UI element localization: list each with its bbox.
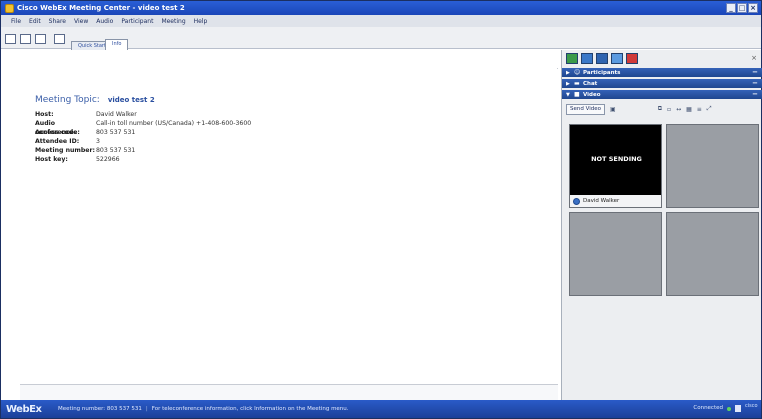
menu-meeting[interactable]: Meeting <box>161 18 185 25</box>
layout-icon[interactable]: ⧉ <box>658 105 662 113</box>
participants-panel-icon[interactable] <box>566 53 578 64</box>
tab-info[interactable]: Info <box>105 39 129 50</box>
info-row-audio-conference: Audio conference: Call-in toll number (U… <box>35 119 252 136</box>
participant-name: David Walker <box>583 198 620 204</box>
minimize-panel-icon[interactable]: − <box>752 68 758 77</box>
connection-indicator-icon <box>727 407 731 411</box>
status-separator: | <box>145 406 148 412</box>
panel-header-participants[interactable]: ▶ ☺ Participants − <box>562 68 762 77</box>
small-view-icon[interactable]: ▫ <box>667 106 671 113</box>
connection-status: Connected <box>693 405 723 411</box>
video-tile[interactable] <box>666 124 759 208</box>
close-panels-icon[interactable]: × <box>750 54 758 62</box>
status-meeting-number: Meeting number: 803 537 531 <box>58 406 142 412</box>
panels-sidebar: × ▶ ☺ Participants − ▶ ▬ Chat − ▼ ■ Vide… <box>561 50 762 400</box>
info-label: Access code: <box>35 129 80 136</box>
not-sending-label: NOT SENDING <box>591 155 642 163</box>
new-document-icon[interactable] <box>5 34 16 44</box>
video-options-icon[interactable]: ▣ <box>610 106 616 113</box>
resize-icon[interactable]: ↔ <box>676 106 681 113</box>
info-value: Call-in toll number (US/Canada) +1-408-6… <box>96 120 252 127</box>
window-title: Cisco WebEx Meeting Center - video test … <box>17 4 185 12</box>
video-tile[interactable] <box>666 212 759 296</box>
annotate-icon[interactable] <box>54 34 65 44</box>
info-label: Attendee ID: <box>35 138 80 145</box>
meeting-topic-label: Meeting Topic: <box>35 95 100 105</box>
info-value: 3 <box>96 138 100 145</box>
info-value: 803 537 531 <box>96 129 136 136</box>
panel-title: Chat <box>583 80 598 87</box>
minimize-button[interactable]: _ <box>726 3 736 13</box>
status-teleconference-info: For teleconference information, click In… <box>151 406 349 412</box>
menu-file[interactable]: File <box>11 18 21 25</box>
menu-audio[interactable]: Audio <box>96 18 113 25</box>
info-content: Meeting Topic: video test 2 Host: David … <box>20 68 557 384</box>
lock-icon <box>735 405 741 412</box>
toolbar: Quick Start Info <box>1 27 761 50</box>
full-screen-icon[interactable]: ⤢ <box>707 105 712 113</box>
webex-app-icon <box>5 3 14 13</box>
collapse-arrow-icon: ▼ <box>566 91 570 98</box>
panel-icon-bar: × <box>562 50 762 66</box>
panel-header-chat[interactable]: ▶ ▬ Chat − <box>562 79 762 88</box>
horizontal-scrollbar[interactable] <box>20 384 558 400</box>
info-value: David Walker <box>96 111 137 118</box>
info-row-host: Host: David Walker <box>35 110 251 119</box>
info-label: Host: <box>35 111 54 118</box>
video-name-bar: David Walker <box>570 195 661 207</box>
info-row-meeting-number: Meeting number: 803 537 531 <box>35 146 251 155</box>
send-video-button[interactable]: Send Video <box>566 103 606 115</box>
grid-view-icon[interactable]: ▦ <box>686 106 692 113</box>
info-label: Host key: <box>35 156 68 163</box>
menu-view[interactable]: View <box>74 18 88 25</box>
meeting-topic-row: Meeting Topic: video test 2 <box>35 95 155 105</box>
panel-header-video[interactable]: ▼ ■ Video − <box>562 90 762 99</box>
chat-panel-icon[interactable] <box>581 53 593 64</box>
maximize-button[interactable]: □ <box>737 3 747 13</box>
webex-logo: WebEx <box>6 403 42 415</box>
expand-arrow-icon: ▶ <box>566 80 570 87</box>
self-video-tile[interactable]: NOT SENDING David Walker <box>569 124 662 208</box>
menu-edit[interactable]: Edit <box>29 18 41 25</box>
video-camera-icon: ■ <box>574 91 580 98</box>
info-row-access-code: Access code: 803 537 531 <box>35 128 251 137</box>
menu-help[interactable]: Help <box>194 18 208 25</box>
title-bar: Cisco WebEx Meeting Center - video test … <box>1 1 761 15</box>
info-value: 803 537 531 <box>96 147 136 154</box>
participants-icon: ☺ <box>574 69 581 76</box>
panel-title: Participants <box>583 69 621 76</box>
cisco-logo: cisco <box>745 403 758 409</box>
info-value: 522966 <box>96 156 120 163</box>
list-view-icon[interactable]: ≡ <box>697 106 702 113</box>
menu-participant[interactable]: Participant <box>121 18 153 25</box>
video-toolbar: Send Video ▣ ⧉ ▫ ↔ ▦ ≡ ⤢ <box>562 102 762 116</box>
save-document-icon[interactable] <box>35 34 46 44</box>
participant-status-icon <box>573 197 580 205</box>
minimize-panel-icon[interactable]: − <box>752 79 758 88</box>
menu-share[interactable]: Share <box>49 18 66 25</box>
chat-icon: ▬ <box>574 80 580 87</box>
info-label: Audio conference: <box>35 120 77 136</box>
expand-arrow-icon: ▶ <box>566 69 570 76</box>
close-button[interactable]: × <box>748 3 758 13</box>
info-row-attendee-id: Attendee ID: 3 <box>35 137 251 146</box>
info-row-host-key: Host key: 522966 <box>35 155 251 164</box>
info-label: Meeting number: <box>35 147 96 154</box>
video-panel-icon[interactable] <box>596 53 608 64</box>
meeting-info-list: Host: David Walker Audio conference: Cal… <box>35 110 251 164</box>
menu-bar: File Edit Share View Audio Participant M… <box>1 15 761 27</box>
video-tile[interactable] <box>569 212 662 296</box>
panel-title: Video <box>583 91 601 98</box>
polling-panel-icon[interactable] <box>626 53 638 64</box>
open-document-icon[interactable] <box>20 34 31 44</box>
minimize-panel-icon[interactable]: − <box>752 90 758 99</box>
meeting-topic-value: video test 2 <box>107 96 155 104</box>
notes-panel-icon[interactable] <box>611 53 623 64</box>
window-controls: _ □ × <box>726 3 758 13</box>
status-bar: WebEx Meeting number: 803 537 531 | For … <box>1 400 761 418</box>
